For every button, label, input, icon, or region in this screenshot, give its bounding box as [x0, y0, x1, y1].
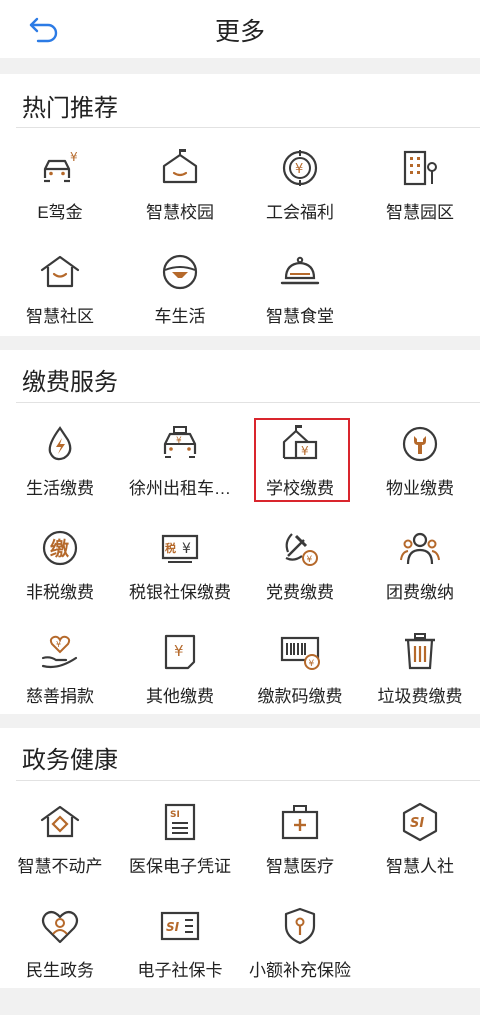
grid-item-party-fee[interactable]: ¥ 党费缴费 [240, 522, 360, 622]
item-label: 智慧园区 [386, 203, 454, 222]
si-card-icon: SI [160, 906, 200, 946]
grid-item-smart-real-estate[interactable]: 智慧不动产 [0, 796, 120, 896]
item-label: 医保电子凭证 [129, 857, 231, 876]
svg-text:¥: ¥ [70, 150, 78, 164]
svg-text:SI: SI [170, 810, 180, 820]
svg-text:¥: ¥ [174, 642, 184, 660]
svg-text:¥: ¥ [307, 555, 313, 565]
grid-item-garbage-fee[interactable]: 垃圾费缴费 [360, 626, 480, 726]
divider [16, 780, 480, 781]
grid-item-small-supplementary-insurance[interactable]: 小额补充保险 [240, 900, 360, 1000]
grid-item-smart-hr-social[interactable]: SI 智慧人社 [360, 796, 480, 896]
item-label: 智慧医疗 [266, 857, 334, 876]
item-label: 智慧食堂 [266, 307, 334, 326]
svg-text:税: 税 [165, 541, 176, 555]
svg-text:¥: ¥ [56, 640, 61, 649]
item-label: 垃圾费缴费 [377, 687, 463, 706]
union-badge-icon: ¥ [280, 148, 320, 188]
grid-item-non-tax-payment[interactable]: 缴 非税缴费 [0, 522, 120, 622]
bill-yuan-icon: ¥ [160, 632, 200, 672]
heart-person-icon [40, 906, 80, 946]
svg-text:缴: 缴 [50, 537, 70, 560]
item-label: 税银社保缴费 [129, 583, 231, 602]
divider [16, 402, 480, 403]
svg-text:SI: SI [410, 816, 424, 831]
office-building-icon [400, 148, 440, 188]
section-title: 缴费服务 [22, 369, 118, 396]
item-label: 工会福利 [266, 203, 334, 222]
item-label: 智慧不动产 [17, 857, 103, 876]
item-label: 缴款码缴费 [257, 687, 343, 706]
charity-hand-icon: ¥ [40, 632, 80, 672]
page-title: 更多 [214, 18, 265, 46]
wrench-icon [400, 424, 440, 464]
item-label: 民生政务 [26, 961, 94, 980]
item-label: E驾金 [37, 203, 83, 222]
top-bar: 更多 [0, 0, 480, 58]
trash-bin-icon [400, 632, 440, 672]
item-label: 团费缴纳 [386, 583, 454, 602]
grid-item-life-payment[interactable]: 生活缴费 [0, 418, 120, 518]
grid-item-tax-bank-social[interactable]: 税 ¥ 税银社保缴费 [120, 522, 240, 622]
grid-item-union-welfare[interactable]: ¥ 工会福利 [240, 142, 360, 242]
grid-item-smart-community[interactable]: 智慧社区 [0, 246, 120, 346]
house-diamond-icon [40, 802, 80, 842]
svg-text:¥: ¥ [182, 541, 191, 557]
medical-kit-icon [280, 802, 320, 842]
party-emblem-icon: ¥ [280, 528, 320, 568]
item-label: 智慧人社 [386, 857, 454, 876]
item-label: 党费缴费 [266, 583, 334, 602]
grid-item-livelihood-affairs[interactable]: 民生政务 [0, 900, 120, 1000]
item-label: 慈善捐款 [26, 687, 94, 706]
people-group-icon [400, 528, 440, 568]
grid-item-smart-park[interactable]: 智慧园区 [360, 142, 480, 242]
grid-item-e-social-card[interactable]: SI 电子社保卡 [120, 900, 240, 1000]
item-label: 其他缴费 [146, 687, 214, 706]
item-label: 车生活 [154, 307, 206, 326]
grid-item-e-jiajin[interactable]: ¥ E驾金 [0, 142, 120, 242]
item-label: 生活缴费 [26, 479, 94, 498]
section-title: 政务健康 [22, 747, 118, 774]
grid-item-other-payment[interactable]: ¥ 其他缴费 [120, 626, 240, 726]
grid-item-xuzhou-taxi[interactable]: ¥ 徐州出租车… [120, 418, 240, 518]
grid-item-car-life[interactable]: 车生活 [120, 246, 240, 346]
food-dome-icon [280, 252, 320, 292]
svg-text:SI: SI [166, 920, 180, 934]
school-house-icon [160, 148, 200, 188]
taxi-icon: ¥ [160, 424, 200, 464]
svg-text:¥: ¥ [176, 436, 182, 446]
svg-text:¥: ¥ [295, 162, 303, 177]
grid-item-league-fee[interactable]: 团费缴纳 [360, 522, 480, 622]
grid-item-smart-campus[interactable]: 智慧校园 [120, 142, 240, 242]
item-label: 非税缴费 [26, 583, 94, 602]
section-title: 热门推荐 [22, 95, 118, 122]
item-label: 智慧社区 [26, 307, 94, 326]
home-smile-icon [40, 252, 80, 292]
medical-insurance-doc-icon: SI [160, 802, 200, 842]
grid-item-payment-code[interactable]: ¥ 缴款码缴费 [240, 626, 360, 726]
item-label: 电子社保卡 [137, 961, 223, 980]
item-label: 智慧校园 [146, 203, 214, 222]
grid-item-property-payment[interactable]: 物业缴费 [360, 418, 480, 518]
tax-coin-icon: 缴 [40, 528, 80, 568]
divider [16, 127, 480, 128]
item-label: 小额补充保险 [249, 961, 351, 980]
selection-highlight-box [254, 418, 350, 502]
steering-wheel-icon [160, 252, 200, 292]
grid-item-medical-insurance-doc[interactable]: SI 医保电子凭证 [120, 796, 240, 896]
item-label: 物业缴费 [386, 479, 454, 498]
barcode-icon: ¥ [280, 632, 320, 672]
item-label: 徐州出租车… [129, 479, 231, 498]
shield-key-icon [280, 906, 320, 946]
car-yuan-icon: ¥ [40, 148, 80, 188]
si-shield-icon: SI [400, 802, 440, 842]
tax-bank-card-icon: 税 ¥ [160, 528, 200, 568]
grid-item-smart-medical[interactable]: 智慧医疗 [240, 796, 360, 896]
svg-text:¥: ¥ [309, 659, 315, 669]
grid-item-charity-donation[interactable]: ¥ 慈善捐款 [0, 626, 120, 726]
water-drop-bolt-icon [40, 424, 80, 464]
grid-item-smart-canteen[interactable]: 智慧食堂 [240, 246, 360, 346]
